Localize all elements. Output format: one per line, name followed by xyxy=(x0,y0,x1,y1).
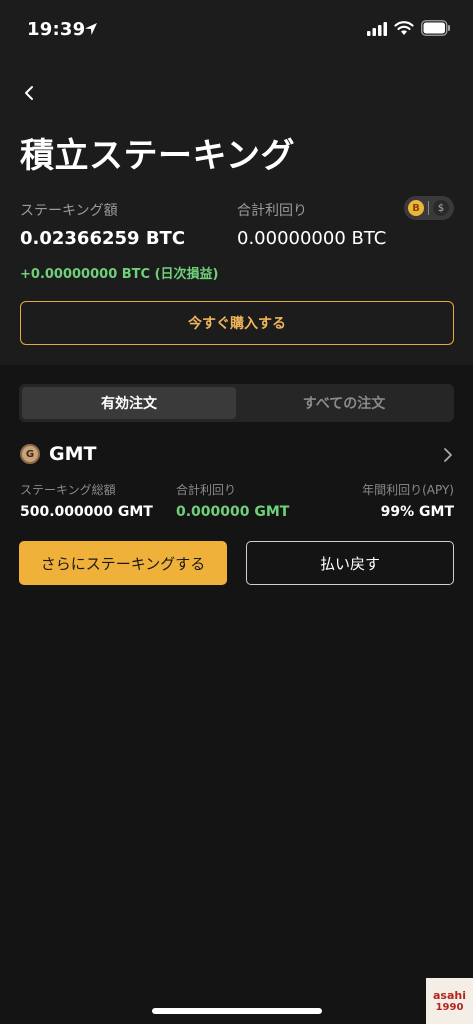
wifi-icon xyxy=(394,21,414,35)
currency-toggle[interactable]: B $ xyxy=(404,196,454,220)
order-header-row[interactable]: G GMT xyxy=(20,442,455,468)
gmt-coin-icon: G xyxy=(20,444,40,464)
battery-icon xyxy=(421,20,450,36)
total-staked-label: ステーキング総額 xyxy=(20,483,116,497)
status-time: 19:39 xyxy=(27,19,86,40)
staking-amount-value: 0.02366259 BTC xyxy=(20,228,186,249)
watermark-line-2: 1990 xyxy=(435,1002,464,1013)
location-arrow-icon xyxy=(85,23,97,35)
toggle-divider xyxy=(428,201,429,215)
total-yield-value: 0.00000000 BTC xyxy=(237,228,387,249)
page-title: 積立ステーキング xyxy=(20,136,295,176)
status-bar: 19:39 xyxy=(0,0,473,60)
chevron-right-icon xyxy=(444,448,452,462)
buy-now-button[interactable]: 今すぐ購入する xyxy=(20,301,454,345)
total-staked-value: 500.000000 GMT xyxy=(20,504,153,520)
order-total-yield-value: 0.000000 GMT xyxy=(176,504,290,520)
daily-pl-value: +0.00000000 BTC (日次損益) xyxy=(20,267,219,282)
coin-name: GMT xyxy=(49,443,97,465)
tab-all-orders[interactable]: すべての注文 xyxy=(237,387,451,419)
chevron-left-icon xyxy=(25,86,33,100)
watermark-stamp: asahi 1990 xyxy=(426,978,473,1024)
order-tabs: 有効注文 すべての注文 xyxy=(19,384,454,422)
apy-value: 99% GMT xyxy=(380,504,454,520)
back-button[interactable] xyxy=(16,80,42,106)
screen: 19:39 積立ステーキング ステーキング額 合計利回り B $ 0.02366… xyxy=(0,0,473,1024)
dollar-icon: $ xyxy=(433,200,449,216)
watermark-line-1: asahi xyxy=(433,989,466,1002)
home-indicator[interactable] xyxy=(152,1008,322,1014)
refund-button[interactable]: 払い戻す xyxy=(246,541,454,585)
apy-label: 年間利回り(APY) xyxy=(362,483,454,497)
stake-more-button[interactable]: さらにステーキングする xyxy=(19,541,227,585)
bitcoin-icon: B xyxy=(408,200,424,216)
total-yield-label: 合計利回り xyxy=(237,203,307,219)
tab-active-orders[interactable]: 有効注文 xyxy=(22,387,236,419)
order-total-yield-label: 合計利回り xyxy=(176,483,237,497)
staking-amount-label: ステーキング額 xyxy=(20,203,118,219)
cellular-signal-icon xyxy=(367,22,387,36)
